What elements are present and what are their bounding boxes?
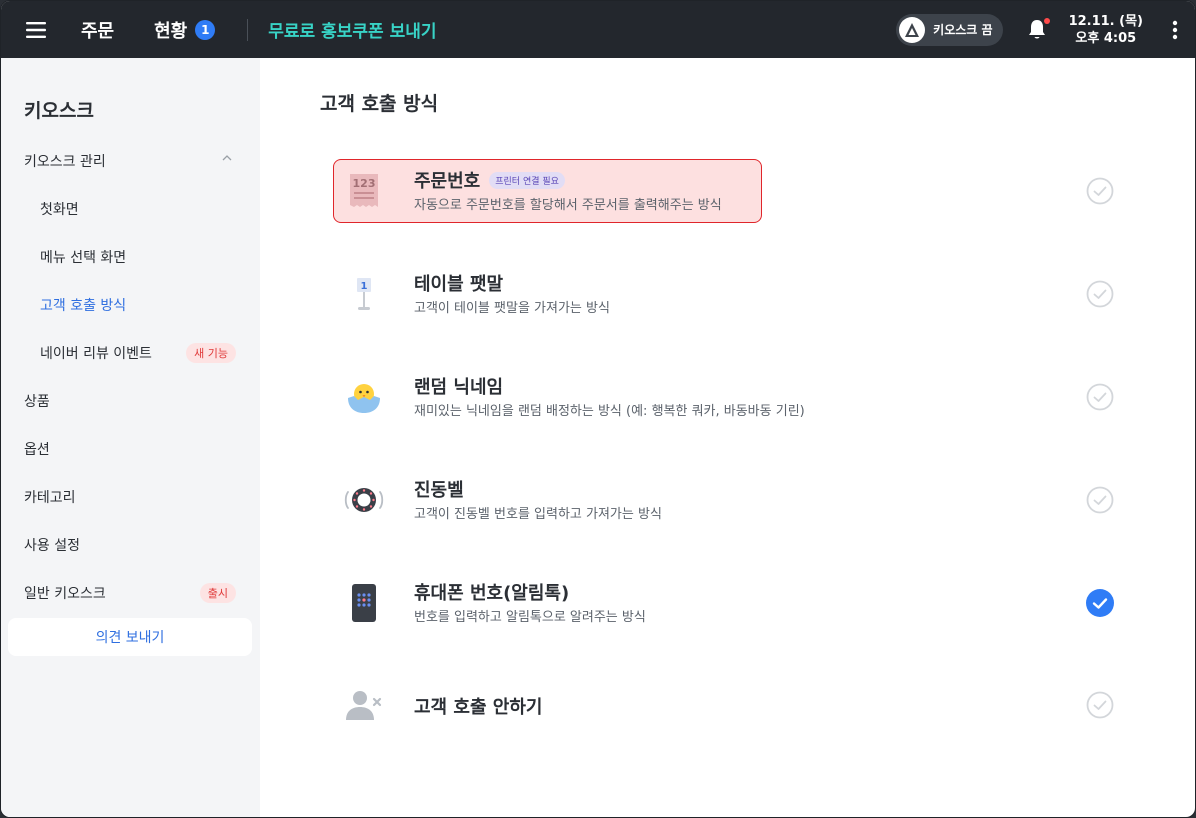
- phone-icon: [341, 583, 387, 623]
- option-name: 주문번호 프린터 연결 필요: [414, 167, 565, 193]
- kiosk-toggle-label: 키오스크 끔: [933, 23, 993, 37]
- app-window: 주문 현황 1 무료로 홍보쿠폰 보내기 키오스크 끔 12.11. (목) 오…: [0, 0, 1196, 818]
- clock: 12.11. (목) 오후 4:05: [1069, 13, 1143, 47]
- vibrating-bell-icon: [341, 480, 387, 520]
- chick-icon: [341, 377, 387, 417]
- hamburger-menu-button[interactable]: [1, 1, 71, 58]
- option-name: 랜덤 닉네임: [414, 377, 504, 398]
- sidebar-item-label: 일반 키오스크: [24, 586, 106, 602]
- sidebar-item-label: 카테고리: [24, 490, 76, 506]
- option-name-text: 주문번호: [414, 171, 481, 192]
- option-description: 고객이 진동벨 번호를 입력하고 가져가는 방식: [414, 507, 662, 522]
- user-remove-icon: [341, 685, 387, 725]
- option-no-call[interactable]: 고객 호출 안하기: [333, 673, 1133, 737]
- option-name: 휴대폰 번호(알림톡): [414, 583, 570, 604]
- sidebar-item-label: 고객 호출 방식: [40, 298, 127, 314]
- option-description: 번호를 입력하고 알림톡으로 알려주는 방식: [414, 610, 646, 625]
- option-name: 진동벨: [414, 480, 464, 501]
- page-title: 고객 호출 방식: [320, 93, 439, 115]
- nav-divider: [247, 18, 249, 41]
- sidebar-item-label: 키오스크 관리: [24, 154, 106, 170]
- svg-text:123: 123: [353, 177, 376, 190]
- hamburger-icon: [26, 21, 46, 38]
- printer-required-badge: 프린터 연결 필요: [489, 171, 565, 189]
- notification-button[interactable]: [1019, 10, 1055, 50]
- table-sign-icon: 1: [341, 274, 387, 314]
- sidebar-item-label: 옵션: [24, 442, 50, 458]
- unchecked-circle-icon[interactable]: [1085, 176, 1115, 206]
- kebab-icon: [1172, 20, 1178, 39]
- notification-dot: [1043, 17, 1050, 24]
- sidebar-item-label: 네이버 리뷰 이벤트: [40, 346, 152, 362]
- option-vibrating-bell[interactable]: 진동벨 고객이 진동벨 번호를 입력하고 가져가는 방식: [333, 468, 1133, 532]
- receipt-icon: 123: [341, 171, 387, 211]
- clock-date: 12.11. (목): [1068, 13, 1143, 29]
- sidebar: 키오스크 키오스크 관리 첫화면 메뉴 선택 화면 고객 호출 방식 네이버 리…: [1, 58, 260, 817]
- top-bar: 주문 현황 1 무료로 홍보쿠폰 보내기 키오스크 끔 12.11. (목) 오…: [1, 1, 1195, 58]
- sidebar-item-general-kiosk[interactable]: 일반 키오스크 출시: [1, 573, 260, 613]
- option-name: 고객 호출 안하기: [414, 697, 543, 718]
- feedback-button[interactable]: 의견 보내기: [8, 618, 252, 656]
- new-feature-badge: 새 기능: [186, 343, 236, 363]
- kiosk-logo-icon: [905, 22, 920, 37]
- sidebar-item-categories[interactable]: 카테고리: [1, 477, 260, 517]
- clock-time: 오후 4:05: [1075, 30, 1137, 46]
- sidebar-item-home-screen[interactable]: 첫화면: [1, 189, 260, 229]
- option-name: 테이블 팻말: [414, 274, 504, 295]
- sidebar-item-options[interactable]: 옵션: [1, 429, 260, 469]
- nav-orders[interactable]: 주문: [81, 17, 114, 43]
- sidebar-item-label: 첫화면: [40, 202, 79, 218]
- sidebar-item-naver-review[interactable]: 네이버 리뷰 이벤트 새 기능: [1, 333, 260, 373]
- svg-text:1: 1: [361, 281, 368, 292]
- unchecked-circle-icon[interactable]: [1085, 690, 1115, 720]
- sidebar-item-label: 사용 설정: [24, 538, 80, 554]
- option-description: 재미있는 닉네임을 랜덤 배정하는 방식 (예: 행복한 쿼카, 바동바동 기린…: [414, 404, 805, 419]
- option-random-nickname[interactable]: 랜덤 닉네임 재미있는 닉네임을 랜덤 배정하는 방식 (예: 행복한 쿼카, …: [333, 365, 1133, 429]
- sidebar-item-products[interactable]: 상품: [1, 381, 260, 421]
- status-count-badge: 1: [195, 19, 216, 40]
- option-description: 자동으로 주문번호를 할당해서 주문서를 출력해주는 방식: [414, 198, 722, 213]
- option-description: 고객이 테이블 팻말을 가져가는 방식: [414, 301, 610, 316]
- unchecked-circle-icon[interactable]: [1085, 279, 1115, 309]
- sidebar-item-kiosk-management[interactable]: 키오스크 관리: [1, 141, 260, 181]
- option-phone-alimtalk[interactable]: 휴대폰 번호(알림톡) 번호를 입력하고 알림톡으로 알려주는 방식: [333, 571, 1133, 635]
- release-badge: 출시: [199, 583, 236, 603]
- top-right-controls: 키오스크 끔 12.11. (목) 오후 4:05: [896, 1, 1195, 58]
- kiosk-toggle[interactable]: 키오스크 끔: [896, 13, 1003, 46]
- checked-circle-icon[interactable]: [1085, 588, 1115, 618]
- sidebar-item-usage-settings[interactable]: 사용 설정: [1, 525, 260, 565]
- nav-orders-label: 주문: [81, 20, 115, 42]
- more-menu-button[interactable]: [1157, 10, 1193, 50]
- nav-status-label: 현황: [154, 20, 188, 42]
- unchecked-circle-icon[interactable]: [1085, 485, 1115, 515]
- nav-status[interactable]: 현황 1: [154, 17, 216, 43]
- sidebar-item-customer-call[interactable]: 고객 호출 방식: [1, 285, 260, 325]
- sidebar-item-menu-screen[interactable]: 메뉴 선택 화면: [1, 237, 260, 277]
- sidebar-item-label: 상품: [24, 394, 50, 410]
- sidebar-item-label: 메뉴 선택 화면: [40, 250, 127, 266]
- chevron-up-icon: [222, 155, 232, 161]
- promo-coupon-link[interactable]: 무료로 홍보쿠폰 보내기: [268, 17, 436, 42]
- kiosk-toggle-knob: [899, 16, 926, 43]
- option-table-sign[interactable]: 1 테이블 팻말 고객이 테이블 팻말을 가져가는 방식: [333, 262, 1133, 326]
- sidebar-title: 키오스크: [24, 100, 94, 122]
- option-order-number[interactable]: 123 주문번호 프린터 연결 필요 자동으로 주문번호를 할당해서 주문서를 …: [333, 159, 1133, 223]
- unchecked-circle-icon[interactable]: [1085, 382, 1115, 412]
